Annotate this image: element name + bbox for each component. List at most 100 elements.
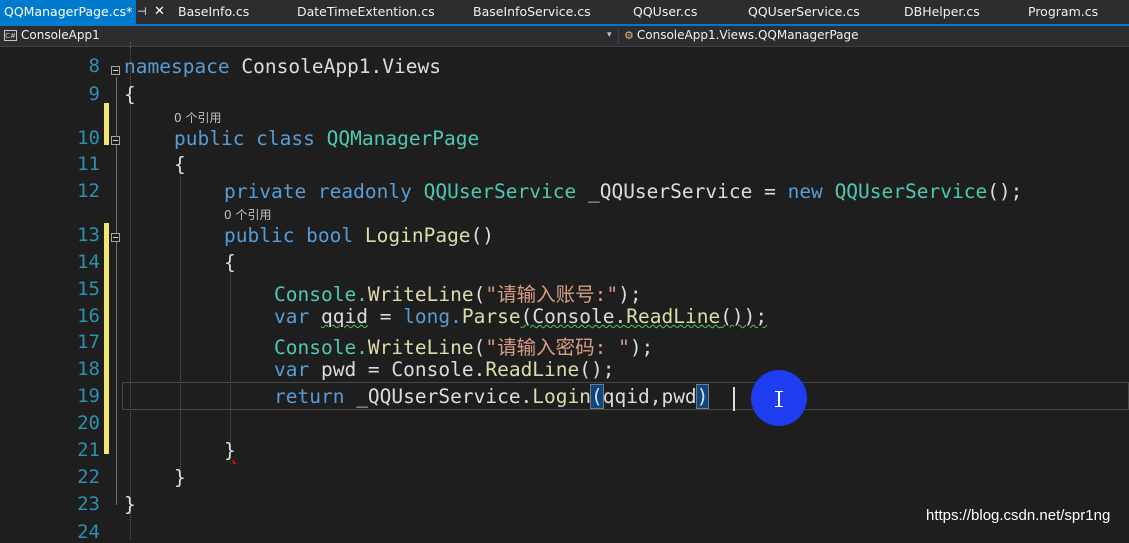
tab-datetimeextention[interactable]: DateTimeExtention.cs bbox=[297, 0, 435, 24]
codelens-references[interactable]: 0 个引用 bbox=[224, 206, 271, 223]
line-number: 11 bbox=[77, 153, 100, 175]
keyword: return bbox=[274, 385, 345, 408]
tab-dbhelper[interactable]: DBHelper.cs bbox=[904, 0, 980, 24]
indent-guide bbox=[180, 172, 181, 479]
tab-label: QQManagerPage.cs* bbox=[4, 4, 133, 19]
brace: } bbox=[174, 466, 186, 489]
argument-list: qqid,pwd bbox=[602, 385, 697, 408]
brace-highlight: ) bbox=[695, 384, 710, 409]
code-line-22: } bbox=[174, 466, 186, 489]
navigation-bar: C# ConsoleApp1 ▾ ⚙ ConsoleApp1.Views.QQMan… bbox=[0, 26, 1129, 47]
line-number: 12 bbox=[77, 180, 100, 202]
code-line-8: namespace ConsoleApp1.Views bbox=[124, 55, 441, 78]
argument: (Console.ReadLine()); bbox=[521, 305, 768, 328]
punctuation: ( bbox=[473, 336, 486, 359]
line-number: 24 bbox=[77, 521, 100, 543]
brace-highlight: ( bbox=[590, 384, 604, 409]
tab-program[interactable]: Program.cs bbox=[1028, 0, 1098, 24]
line-number: 14 bbox=[77, 251, 100, 273]
tab-label: QQUserService.cs bbox=[748, 4, 860, 19]
type-name: Console. bbox=[274, 283, 368, 306]
code-line-13: public bool LoginPage() bbox=[224, 224, 494, 247]
collapse-icon[interactable] bbox=[111, 66, 120, 75]
tab-label: DateTimeExtention.cs bbox=[297, 4, 435, 19]
code-text: pwd = Console. bbox=[309, 358, 486, 381]
tab-label: Program.cs bbox=[1028, 4, 1099, 19]
line-number: 23 bbox=[77, 493, 100, 515]
code-line-18: var pwd = Console.ReadLine(); bbox=[274, 358, 615, 381]
line-number: 9 bbox=[88, 83, 100, 105]
change-marker bbox=[104, 223, 109, 454]
type-name: QQUserService bbox=[834, 180, 988, 203]
class-dropdown[interactable]: ⚙ ConsoleApp1.Views.QQManagerPage bbox=[624, 27, 859, 44]
indent-guide bbox=[230, 272, 231, 449]
operator: = bbox=[367, 305, 404, 328]
line-number: 20 bbox=[77, 412, 100, 434]
code-line-16: var qqid = long.Parse(Console.ReadLine()… bbox=[274, 305, 767, 328]
project-dropdown[interactable]: C# ConsoleApp1 bbox=[4, 27, 100, 44]
code-line-11: { bbox=[174, 153, 186, 176]
code-line-15: Console.WriteLine("请输入账号:"); bbox=[274, 278, 642, 307]
punctuation: ( bbox=[473, 283, 486, 306]
watermark: https://blog.csdn.net/spr1ng bbox=[926, 507, 1111, 524]
code-line-12: private readonly QQUserService _QQUserSe… bbox=[224, 180, 1022, 203]
field-name: _QQUserService bbox=[587, 180, 753, 203]
code-line-14: { bbox=[224, 251, 236, 274]
tab-baseinfo[interactable]: BaseInfo.cs bbox=[178, 0, 249, 24]
tab-label: DBHelper.cs bbox=[904, 4, 980, 19]
punctuation: (); bbox=[987, 180, 1023, 203]
keyword: private readonly bbox=[224, 180, 412, 203]
text-caret bbox=[733, 387, 735, 411]
code-line-21: } bbox=[224, 439, 236, 462]
keyword: public bool bbox=[224, 224, 354, 247]
code-line-17: Console.WriteLine("请输入密码: "); bbox=[274, 331, 653, 360]
class-icon: ⚙ bbox=[624, 29, 634, 42]
code-line-19: return _QQUserService.Login(qqid,pwd) bbox=[274, 384, 710, 409]
method-name: Parse bbox=[461, 305, 521, 328]
collapse-icon[interactable] bbox=[111, 233, 120, 242]
punctuation: (Console. bbox=[520, 305, 627, 328]
punctuation: (); bbox=[579, 358, 615, 381]
method-name: Login bbox=[532, 385, 591, 408]
code-line-10: public class QQManagerPage bbox=[174, 127, 479, 150]
line-number: 13 bbox=[77, 224, 100, 246]
namespace-name: ConsoleApp1.Views bbox=[229, 55, 441, 78]
nav-divider bbox=[618, 28, 619, 44]
tab-baseinfoservice[interactable]: BaseInfoService.cs bbox=[473, 0, 591, 24]
code-line-9: { bbox=[124, 83, 136, 106]
keyword: new bbox=[787, 180, 823, 203]
brace: { bbox=[124, 83, 136, 106]
brace: { bbox=[224, 251, 236, 274]
brace: } bbox=[224, 439, 236, 462]
punctuation: ); bbox=[618, 283, 642, 306]
pin-icon[interactable]: ⊣ bbox=[137, 0, 147, 24]
collapse-icon[interactable] bbox=[111, 136, 120, 145]
type-name: Console. bbox=[274, 336, 368, 359]
tab-qquserservice[interactable]: QQUserService.cs bbox=[748, 0, 860, 24]
chevron-down-icon[interactable]: ▾ bbox=[607, 27, 612, 44]
tab-qquser[interactable]: QQUser.cs bbox=[633, 0, 697, 24]
codelens-references[interactable]: 0 个引用 bbox=[174, 109, 221, 126]
close-tab-icon[interactable]: ✕ bbox=[154, 0, 165, 24]
line-number: 17 bbox=[77, 331, 100, 353]
punctuation: ); bbox=[629, 336, 654, 359]
method-name: LoginPage bbox=[364, 224, 471, 247]
line-number: 21 bbox=[77, 439, 100, 461]
punctuation: () bbox=[470, 224, 495, 247]
field-name: _QQUserService. bbox=[344, 385, 533, 408]
method-name: ReadLine bbox=[626, 305, 721, 328]
method-name: ReadLine bbox=[485, 358, 580, 381]
method-name: WriteLine bbox=[367, 283, 474, 306]
keyword: var bbox=[274, 305, 310, 328]
code-line-23: } bbox=[124, 493, 136, 516]
method-name: WriteLine bbox=[367, 336, 474, 359]
string-literal: "请输入密码: " bbox=[485, 336, 630, 359]
type-name: QQUserService bbox=[423, 180, 577, 203]
ibeam-cursor-icon bbox=[775, 391, 783, 407]
operator: = bbox=[752, 180, 788, 203]
tab-label: BaseInfoService.cs bbox=[473, 4, 591, 19]
tab-qqmanagerpage[interactable]: QQManagerPage.cs* bbox=[0, 0, 137, 24]
class-name: QQManagerPage bbox=[326, 127, 480, 150]
code-editor[interactable]: 8 9 10 11 12 13 14 15 16 17 18 19 20 21 … bbox=[0, 42, 1129, 543]
keyword: public class bbox=[174, 127, 315, 150]
